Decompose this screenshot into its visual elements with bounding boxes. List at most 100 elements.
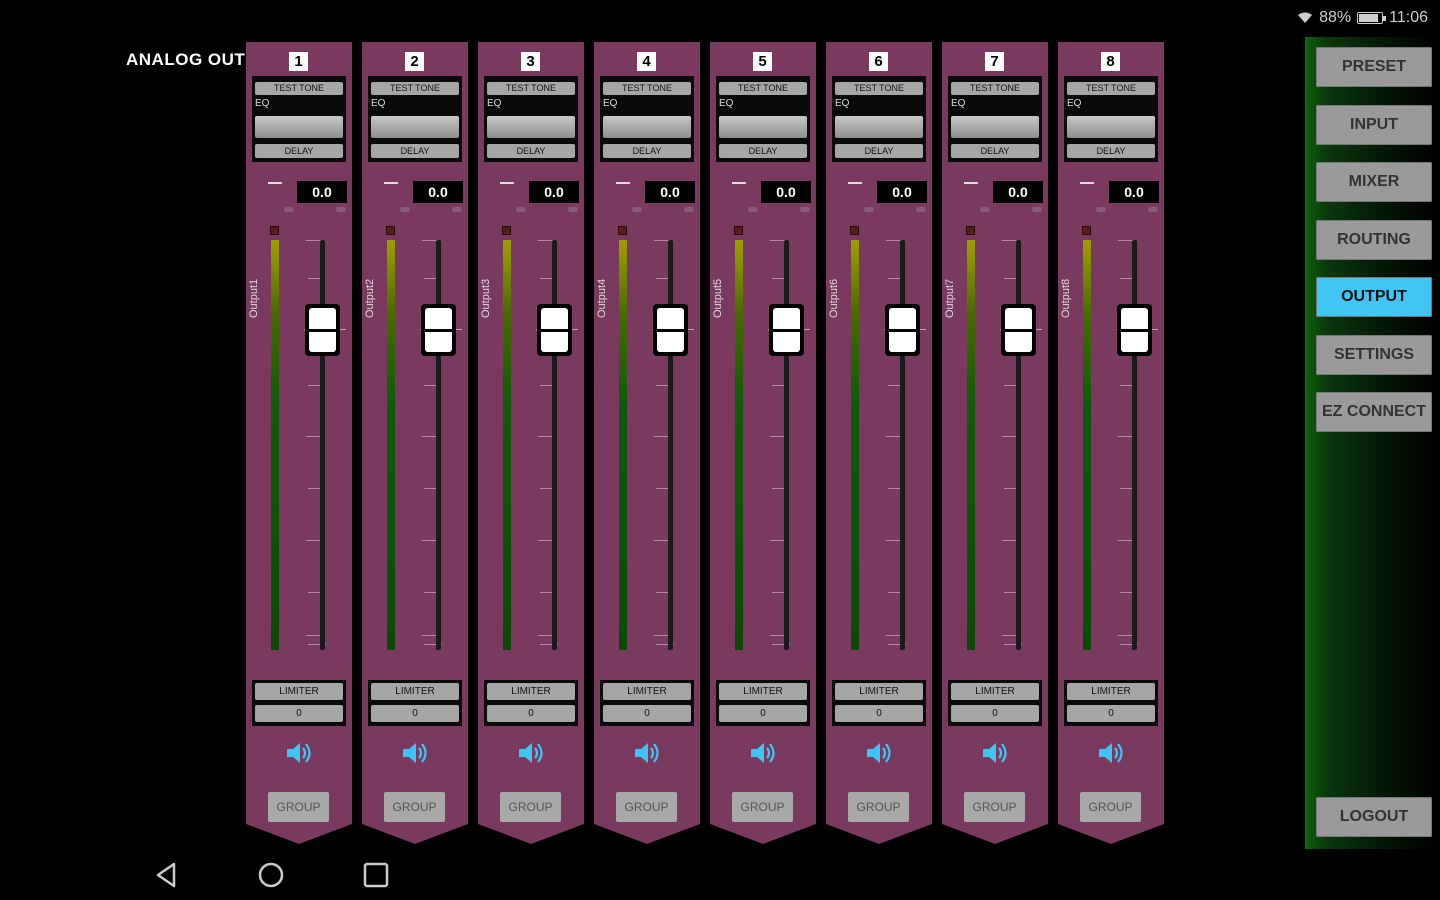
fader-handle[interactable] — [769, 304, 804, 356]
test-tone-button[interactable]: TEST TONE — [835, 82, 923, 95]
fader-track[interactable] — [668, 240, 673, 650]
test-tone-button[interactable]: TEST TONE — [487, 82, 575, 95]
recents-icon[interactable] — [361, 860, 391, 890]
speaker-icon[interactable] — [748, 738, 778, 768]
fader-handle[interactable] — [305, 304, 340, 356]
test-tone-button[interactable]: TEST TONE — [1067, 82, 1155, 95]
delay-button[interactable]: DELAY — [487, 144, 575, 158]
fader-track[interactable] — [436, 240, 441, 650]
speaker-icon[interactable] — [1096, 738, 1126, 768]
limiter-value[interactable]: 0 — [719, 705, 807, 722]
limiter-value[interactable]: 0 — [951, 705, 1039, 722]
delay-button[interactable]: DELAY — [951, 144, 1039, 158]
limiter-button[interactable]: LIMITER — [719, 683, 807, 700]
gain-value[interactable]: 0.0 — [1109, 181, 1159, 203]
group-button[interactable]: GROUP — [732, 792, 793, 822]
group-button[interactable]: GROUP — [384, 792, 445, 822]
limiter-button[interactable]: LIMITER — [835, 683, 923, 700]
limiter-button[interactable]: LIMITER — [603, 683, 691, 700]
fader-track[interactable] — [320, 240, 325, 650]
minus-icon[interactable] — [384, 182, 398, 184]
test-tone-button[interactable]: TEST TONE — [255, 82, 343, 95]
eq-graph-button[interactable] — [951, 116, 1039, 138]
group-button[interactable]: GROUP — [616, 792, 677, 822]
gain-value[interactable]: 0.0 — [761, 181, 811, 203]
minus-icon[interactable] — [848, 182, 862, 184]
fader-track[interactable] — [552, 240, 557, 650]
nav-mixer-button[interactable]: MIXER — [1316, 162, 1432, 202]
test-tone-button[interactable]: TEST TONE — [719, 82, 807, 95]
limiter-value[interactable]: 0 — [371, 705, 459, 722]
nav-routing-button[interactable]: ROUTING — [1316, 220, 1432, 260]
limiter-value[interactable]: 0 — [1067, 705, 1155, 722]
delay-button[interactable]: DELAY — [255, 144, 343, 158]
limiter-button[interactable]: LIMITER — [371, 683, 459, 700]
minus-icon[interactable] — [964, 182, 978, 184]
group-button[interactable]: GROUP — [268, 792, 329, 822]
minus-icon[interactable] — [500, 182, 514, 184]
gain-value[interactable]: 0.0 — [645, 181, 695, 203]
eq-graph-button[interactable] — [835, 116, 923, 138]
speaker-icon[interactable] — [284, 738, 314, 768]
gain-value[interactable]: 0.0 — [993, 181, 1043, 203]
limiter-value[interactable]: 0 — [835, 705, 923, 722]
minus-icon[interactable] — [732, 182, 746, 184]
eq-graph-button[interactable] — [255, 116, 343, 138]
gain-value[interactable]: 0.0 — [413, 181, 463, 203]
limiter-button[interactable]: LIMITER — [487, 683, 575, 700]
delay-button[interactable]: DELAY — [371, 144, 459, 158]
limiter-button[interactable]: LIMITER — [255, 683, 343, 700]
gain-value[interactable]: 0.0 — [877, 181, 927, 203]
group-button[interactable]: GROUP — [500, 792, 561, 822]
fader-track[interactable] — [784, 240, 789, 650]
group-button[interactable]: GROUP — [964, 792, 1025, 822]
eq-graph-button[interactable] — [603, 116, 691, 138]
speaker-icon[interactable] — [516, 738, 546, 768]
test-tone-button[interactable]: TEST TONE — [371, 82, 459, 95]
nav-preset-button[interactable]: PRESET — [1316, 47, 1432, 87]
delay-button[interactable]: DELAY — [835, 144, 923, 158]
limiter-value[interactable]: 0 — [487, 705, 575, 722]
nav-ez-connect-button[interactable]: EZ CONNECT — [1316, 392, 1432, 432]
logout-button[interactable]: LOGOUT — [1316, 797, 1432, 837]
gain-value[interactable]: 0.0 — [529, 181, 579, 203]
minus-icon[interactable] — [616, 182, 630, 184]
nav-settings-button[interactable]: SETTINGS — [1316, 335, 1432, 375]
fader-handle[interactable] — [1001, 304, 1036, 356]
channel-strip-5: 5 TEST TONE EQ DELAY 0.0 Output5 LIMITER… — [710, 42, 816, 844]
home-icon[interactable] — [256, 860, 286, 890]
test-tone-button[interactable]: TEST TONE — [603, 82, 691, 95]
limiter-button[interactable]: LIMITER — [951, 683, 1039, 700]
delay-button[interactable]: DELAY — [603, 144, 691, 158]
limiter-value[interactable]: 0 — [255, 705, 343, 722]
fader-handle[interactable] — [421, 304, 456, 356]
eq-graph-button[interactable] — [371, 116, 459, 138]
speaker-icon[interactable] — [864, 738, 894, 768]
test-tone-button[interactable]: TEST TONE — [951, 82, 1039, 95]
fader-handle[interactable] — [1117, 304, 1152, 356]
speaker-icon[interactable] — [980, 738, 1010, 768]
fader-handle[interactable] — [653, 304, 688, 356]
minus-icon[interactable] — [268, 182, 282, 184]
fader-track[interactable] — [1132, 240, 1137, 650]
fader-handle[interactable] — [537, 304, 572, 356]
back-icon[interactable] — [152, 860, 182, 890]
limiter-button[interactable]: LIMITER — [1067, 683, 1155, 700]
nav-output-button[interactable]: OUTPUT — [1316, 277, 1432, 317]
speaker-icon[interactable] — [632, 738, 662, 768]
eq-graph-button[interactable] — [719, 116, 807, 138]
fader-track[interactable] — [1016, 240, 1021, 650]
gain-value[interactable]: 0.0 — [297, 181, 347, 203]
group-button[interactable]: GROUP — [1080, 792, 1141, 822]
speaker-icon[interactable] — [400, 738, 430, 768]
eq-graph-button[interactable] — [1067, 116, 1155, 138]
fader-handle[interactable] — [885, 304, 920, 356]
delay-button[interactable]: DELAY — [719, 144, 807, 158]
limiter-value[interactable]: 0 — [603, 705, 691, 722]
delay-button[interactable]: DELAY — [1067, 144, 1155, 158]
minus-icon[interactable] — [1080, 182, 1094, 184]
group-button[interactable]: GROUP — [848, 792, 909, 822]
fader-track[interactable] — [900, 240, 905, 650]
eq-graph-button[interactable] — [487, 116, 575, 138]
nav-input-button[interactable]: INPUT — [1316, 105, 1432, 145]
